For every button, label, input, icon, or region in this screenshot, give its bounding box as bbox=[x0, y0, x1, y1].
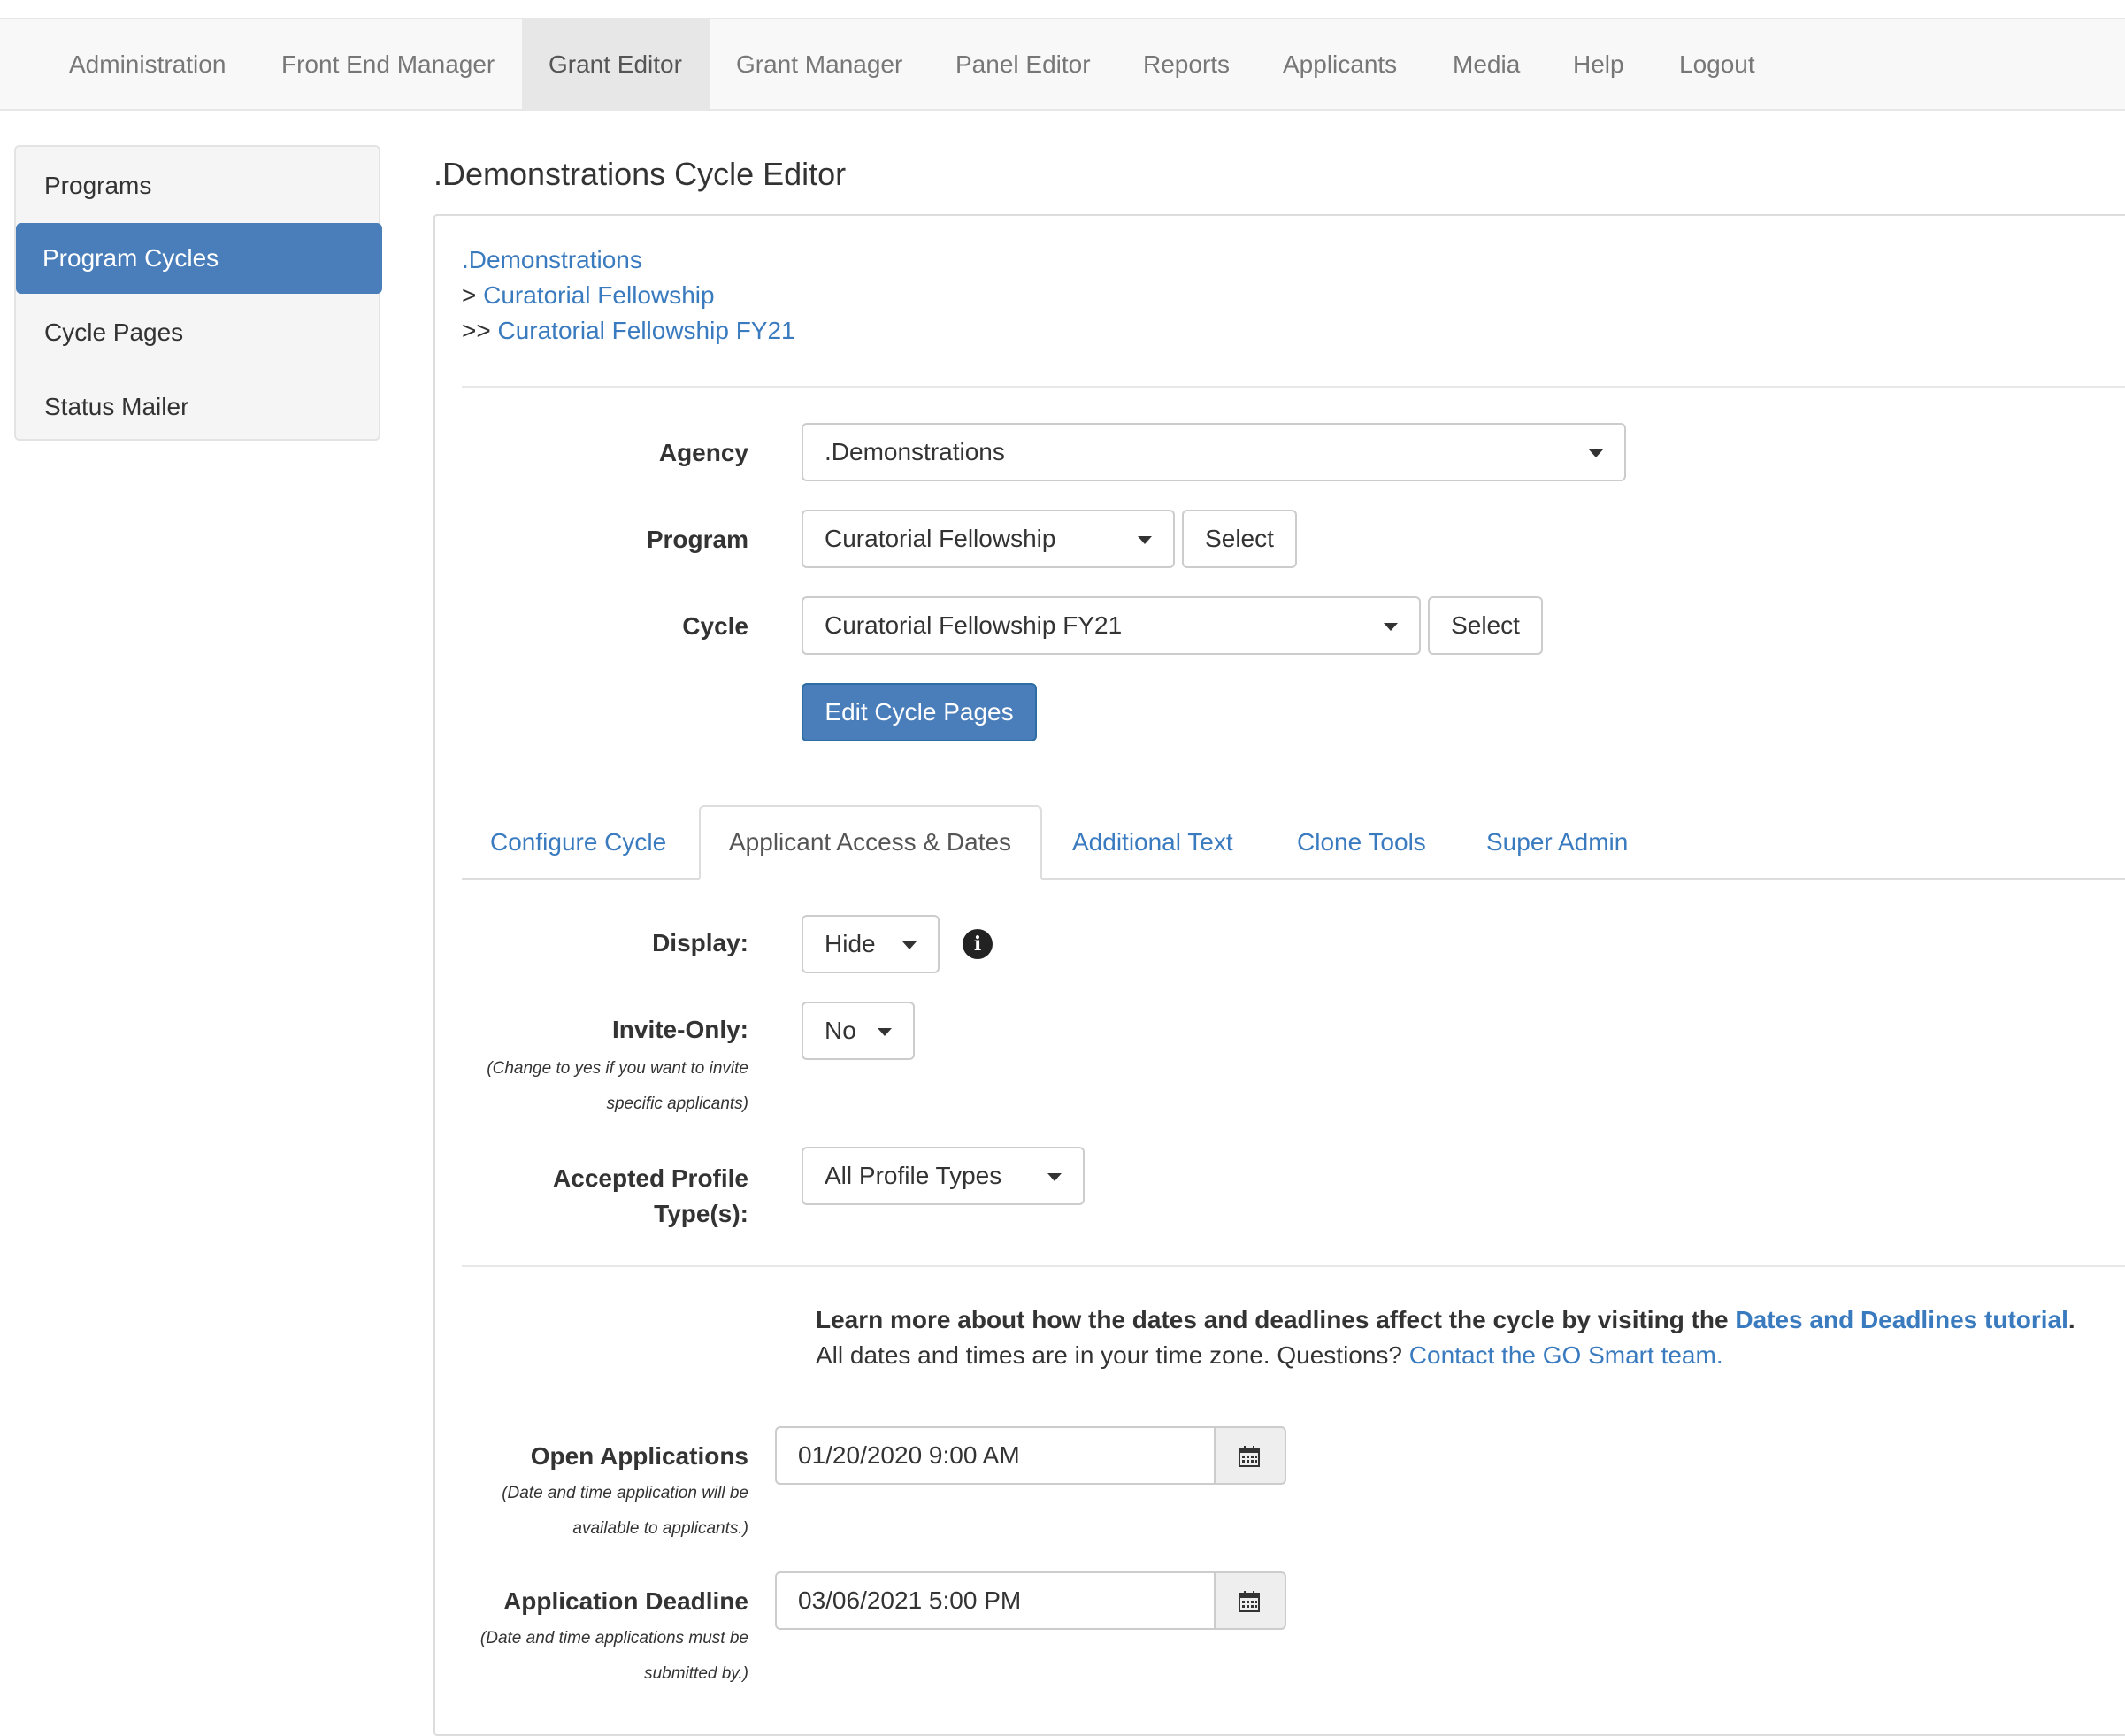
sidebar-item-program-cycles[interactable]: Program Cycles bbox=[16, 223, 382, 294]
dates-note-line1: Learn more about how the dates and deadl… bbox=[816, 1306, 2075, 1334]
invite-only-select[interactable]: No bbox=[802, 1002, 915, 1060]
caret-down-icon bbox=[1589, 449, 1603, 457]
open-applications-label: Open Applications bbox=[530, 1442, 748, 1470]
display-select-value: Hide bbox=[825, 930, 876, 957]
breadcrumb-agency: .Demonstrations bbox=[462, 246, 642, 274]
calendar-icon bbox=[1239, 1446, 1260, 1467]
application-deadline-label: Application Deadline bbox=[503, 1587, 748, 1615]
sidebar-item-status-mailer[interactable]: Status Mailer bbox=[18, 372, 380, 442]
agency-select-value: .Demonstrations bbox=[825, 438, 1005, 465]
cycle-select-value: Curatorial Fellowship FY21 bbox=[825, 611, 1123, 639]
program-select-value: Curatorial Fellowship bbox=[825, 525, 1056, 552]
nav-media[interactable]: Media bbox=[1426, 19, 1546, 109]
nav-applicants[interactable]: Applicants bbox=[1256, 19, 1423, 109]
sidebar-item-programs[interactable]: Programs bbox=[18, 150, 380, 221]
breadcrumb-separator: >> bbox=[462, 317, 491, 344]
program-select-button[interactable]: Select bbox=[1182, 510, 1297, 568]
caret-down-icon bbox=[878, 1028, 892, 1036]
dates-note-period: . bbox=[2067, 1306, 2075, 1333]
breadcrumb-separator: > bbox=[462, 281, 477, 309]
breadcrumb-cycle: >> Curatorial Fellowship FY21 bbox=[462, 317, 795, 345]
edit-cycle-pages-button[interactable]: Edit Cycle Pages bbox=[802, 683, 1037, 741]
application-deadline-help: (Date and time applications must be subm… bbox=[480, 1621, 748, 1692]
nav-front-end-manager[interactable]: Front End Manager bbox=[255, 19, 521, 109]
caret-down-icon bbox=[1047, 1173, 1062, 1181]
tab-clone-tools[interactable]: Clone Tools bbox=[1269, 805, 1454, 880]
sidebar-item-cycle-pages[interactable]: Cycle Pages bbox=[18, 297, 380, 368]
profile-types-select-value: All Profile Types bbox=[825, 1162, 1002, 1189]
profile-types-label-line2: Type(s): bbox=[654, 1200, 748, 1227]
nav-grant-editor[interactable]: Grant Editor bbox=[522, 19, 710, 109]
open-applications-help-line2: available to applicants.) bbox=[572, 1519, 748, 1538]
open-applications-calendar-button[interactable] bbox=[1216, 1426, 1286, 1485]
agency-label: Agency bbox=[658, 439, 748, 466]
nav-reports[interactable]: Reports bbox=[1116, 19, 1256, 109]
profile-types-select[interactable]: All Profile Types bbox=[802, 1147, 1085, 1205]
application-deadline-help-line1: (Date and time applications must be bbox=[479, 1629, 748, 1648]
page-title: .Demonstrations Cycle Editor bbox=[433, 156, 847, 192]
breadcrumb-program: > Curatorial Fellowship bbox=[462, 281, 715, 310]
program-label: Program bbox=[646, 526, 748, 553]
open-applications-input[interactable]: 01/20/2020 9:00 AM bbox=[775, 1426, 1216, 1485]
cycle-select-button[interactable]: Select bbox=[1428, 596, 1543, 655]
tab-super-admin[interactable]: Super Admin bbox=[1458, 805, 1656, 880]
breadcrumb-link-agency[interactable]: .Demonstrations bbox=[462, 246, 642, 273]
agency-select[interactable]: .Demonstrations bbox=[802, 423, 1626, 481]
application-deadline-calendar-button[interactable] bbox=[1216, 1571, 1286, 1630]
sidebar: Programs Program Cycles Cycle Pages Stat… bbox=[14, 145, 382, 442]
calendar-icon bbox=[1239, 1591, 1260, 1612]
application-deadline-input[interactable]: 03/06/2021 5:00 PM bbox=[775, 1571, 1216, 1630]
nav-help[interactable]: Help bbox=[1546, 19, 1651, 109]
tab-additional-text[interactable]: Additional Text bbox=[1044, 805, 1262, 880]
breadcrumb-link-cycle[interactable]: Curatorial Fellowship FY21 bbox=[497, 317, 794, 344]
display-label: Display: bbox=[652, 929, 748, 956]
divider bbox=[462, 386, 2125, 388]
application-deadline-help-line2: submitted by.) bbox=[644, 1664, 748, 1683]
dates-tutorial-link[interactable]: Dates and Deadlines tutorial bbox=[1735, 1306, 2068, 1333]
caret-down-icon bbox=[1138, 536, 1152, 544]
dates-note-line2: All dates and times are in your time zon… bbox=[816, 1341, 1723, 1370]
invite-only-help-line2: specific applicants) bbox=[606, 1095, 748, 1113]
caret-down-icon bbox=[902, 941, 917, 949]
dates-note-text: Learn more about how the dates and deadl… bbox=[816, 1306, 1736, 1333]
profile-types-label-line1: Accepted Profile bbox=[553, 1164, 748, 1192]
timezone-note-text: All dates and times are in your time zon… bbox=[816, 1341, 1409, 1369]
breadcrumb-link-program[interactable]: Curatorial Fellowship bbox=[483, 281, 714, 309]
open-applications-help: (Date and time application will be avail… bbox=[502, 1476, 748, 1547]
divider bbox=[462, 1265, 2125, 1267]
invite-only-help: (Change to yes if you want to invite spe… bbox=[487, 1051, 748, 1122]
invite-only-help-line1: (Change to yes if you want to invite bbox=[487, 1059, 748, 1078]
cycle-label: Cycle bbox=[682, 612, 748, 640]
tab-applicant-access-dates[interactable]: Applicant Access & Dates bbox=[699, 805, 1042, 880]
profile-types-label: Accepted Profile Type(s): bbox=[553, 1161, 748, 1232]
info-circle-icon[interactable]: i bbox=[963, 929, 993, 959]
tab-configure-cycle[interactable]: Configure Cycle bbox=[462, 805, 694, 880]
nav-logout[interactable]: Logout bbox=[1653, 19, 1782, 109]
contact-team-link[interactable]: Contact the GO Smart team. bbox=[1409, 1341, 1723, 1369]
nav-grant-manager[interactable]: Grant Manager bbox=[710, 19, 929, 109]
nav-administration[interactable]: Administration bbox=[42, 19, 252, 109]
invite-only-label: Invite-Only: bbox=[611, 1016, 748, 1043]
program-select[interactable]: Curatorial Fellowship bbox=[802, 510, 1175, 568]
top-navbar: Administration Front End Manager Grant E… bbox=[0, 18, 2125, 111]
display-select[interactable]: Hide bbox=[802, 915, 940, 973]
open-applications-help-line1: (Date and time application will be bbox=[502, 1484, 748, 1502]
nav-panel-editor[interactable]: Panel Editor bbox=[929, 19, 1117, 109]
invite-only-select-value: No bbox=[825, 1017, 856, 1044]
cycle-select[interactable]: Curatorial Fellowship FY21 bbox=[802, 596, 1421, 655]
caret-down-icon bbox=[1384, 623, 1398, 631]
